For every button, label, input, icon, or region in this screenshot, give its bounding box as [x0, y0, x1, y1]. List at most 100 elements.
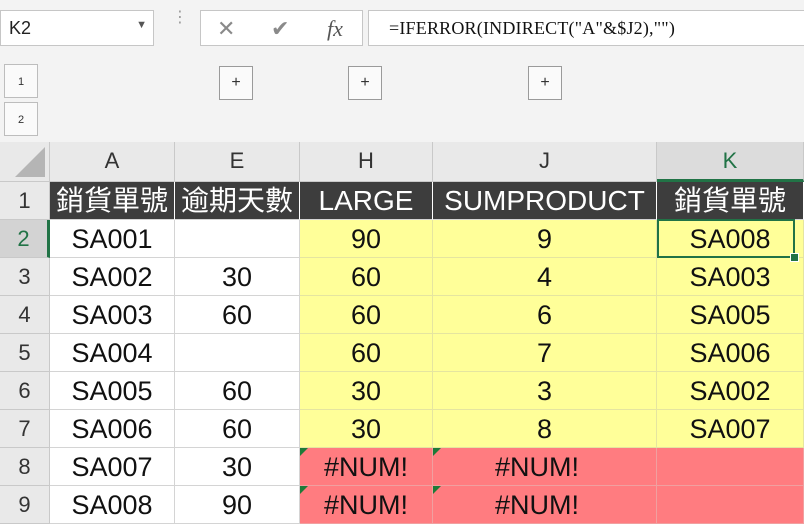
- insert-function-icon[interactable]: fx: [327, 16, 343, 42]
- cell-value: 30: [221, 262, 253, 292]
- cell-h4[interactable]: 60: [300, 296, 433, 334]
- row-header[interactable]: 1: [0, 182, 50, 220]
- row-header[interactable]: 9: [0, 486, 50, 524]
- error-indicator-icon[interactable]: [300, 448, 308, 456]
- cell-value: 銷貨單號: [673, 185, 786, 216]
- cell-h9[interactable]: #NUM!: [300, 486, 433, 524]
- enter-icon[interactable]: ✔: [271, 16, 289, 42]
- cell-j9[interactable]: #NUM!: [433, 486, 657, 524]
- cell-value: 8: [536, 414, 553, 444]
- cell-j8[interactable]: #NUM!: [433, 448, 657, 486]
- cell-e5[interactable]: [175, 334, 300, 372]
- cell-j7[interactable]: 8: [433, 410, 657, 448]
- cell-j2[interactable]: 9: [433, 220, 657, 258]
- cell-e7[interactable]: 60: [175, 410, 300, 448]
- cell-j1[interactable]: SUMPRODUCT: [433, 182, 657, 220]
- cell-h2[interactable]: 90: [300, 220, 433, 258]
- row-header[interactable]: 8: [0, 448, 50, 486]
- cell-a1[interactable]: 銷貨單號: [50, 182, 175, 220]
- cell-a5[interactable]: SA004: [50, 334, 175, 372]
- cell-h6[interactable]: 30: [300, 372, 433, 410]
- cell-k4[interactable]: SA005: [657, 296, 804, 334]
- cell-h5[interactable]: 60: [300, 334, 433, 372]
- cell-value: 60: [221, 300, 253, 330]
- row-header[interactable]: 5: [0, 334, 50, 372]
- cell-value: SA008: [71, 490, 153, 520]
- cell-k7[interactable]: SA007: [657, 410, 804, 448]
- column-header-k[interactable]: K: [657, 142, 804, 182]
- cell-k9[interactable]: [657, 486, 804, 524]
- cell-h7[interactable]: 30: [300, 410, 433, 448]
- cell-k3[interactable]: SA003: [657, 258, 804, 296]
- more-options-icon[interactable]: ⋮: [172, 10, 188, 26]
- outline-level-2-button[interactable]: 2: [4, 102, 38, 136]
- cell-value: #NUM!: [323, 490, 408, 520]
- error-indicator-icon[interactable]: [433, 448, 441, 456]
- cell-e3[interactable]: 30: [175, 258, 300, 296]
- cell-a3[interactable]: SA002: [50, 258, 175, 296]
- cell-value: #NUM!: [323, 452, 408, 482]
- cell-e9[interactable]: 90: [175, 486, 300, 524]
- cell-value: 30: [221, 452, 253, 482]
- cell-value: SA005: [71, 376, 153, 406]
- expand-group-button[interactable]: +: [348, 66, 382, 100]
- cell-e8[interactable]: 30: [175, 448, 300, 486]
- formula-bar: K2 ▼ ⋮ ✕ ✔ fx =IFERROR(INDIRECT("A"&$J2)…: [0, 0, 804, 52]
- row-header[interactable]: 3: [0, 258, 50, 296]
- name-box-value: K2: [9, 18, 32, 38]
- column-header-h[interactable]: H: [300, 142, 433, 182]
- cell-j3[interactable]: 4: [433, 258, 657, 296]
- select-all-icon: [15, 147, 45, 177]
- cell-value: 銷貨單號: [55, 185, 168, 216]
- cell-j6[interactable]: 3: [433, 372, 657, 410]
- expand-group-button[interactable]: +: [219, 66, 253, 100]
- row-header[interactable]: 2: [0, 220, 50, 258]
- cancel-icon[interactable]: ✕: [217, 16, 235, 42]
- row-header[interactable]: 6: [0, 372, 50, 410]
- cell-a7[interactable]: SA006: [50, 410, 175, 448]
- cell-a6[interactable]: SA005: [50, 372, 175, 410]
- cell-value: 60: [221, 376, 253, 406]
- expand-group-button[interactable]: +: [528, 66, 562, 100]
- cell-a8[interactable]: SA007: [50, 448, 175, 486]
- cell-k5[interactable]: SA006: [657, 334, 804, 372]
- cell-a9[interactable]: SA008: [50, 486, 175, 524]
- cell-value: 30: [350, 376, 382, 406]
- cell-h8[interactable]: #NUM!: [300, 448, 433, 486]
- cell-e4[interactable]: 60: [175, 296, 300, 334]
- cell-value: 逾期天數: [180, 185, 293, 216]
- formula-input[interactable]: =IFERROR(INDIRECT("A"&$J2),""): [368, 10, 804, 46]
- cell-value: 3: [536, 376, 553, 406]
- outline-level-1-button[interactable]: 1: [4, 64, 38, 98]
- cell-h3[interactable]: 60: [300, 258, 433, 296]
- cell-h1[interactable]: LARGE: [300, 182, 433, 220]
- column-header-j[interactable]: J: [433, 142, 657, 182]
- error-indicator-icon[interactable]: [433, 486, 441, 494]
- cell-k6[interactable]: SA002: [657, 372, 804, 410]
- fill-handle[interactable]: [790, 253, 799, 262]
- cell-value: 60: [350, 338, 382, 368]
- cell-e2[interactable]: [175, 220, 300, 258]
- cell-a2[interactable]: SA001: [50, 220, 175, 258]
- cell-value: SA002: [71, 262, 153, 292]
- cell-k8[interactable]: [657, 448, 804, 486]
- cell-value: SA003: [71, 300, 153, 330]
- cell-value: SA003: [689, 262, 771, 292]
- cell-value: 4: [536, 262, 553, 292]
- error-indicator-icon[interactable]: [300, 486, 308, 494]
- row-header[interactable]: 4: [0, 296, 50, 334]
- cell-e6[interactable]: 60: [175, 372, 300, 410]
- cell-e1[interactable]: 逾期天數: [175, 182, 300, 220]
- cell-a4[interactable]: SA003: [50, 296, 175, 334]
- row-header[interactable]: 7: [0, 410, 50, 448]
- select-all-button[interactable]: [0, 142, 50, 182]
- name-box[interactable]: K2 ▼: [0, 10, 154, 46]
- cell-value: 30: [350, 414, 382, 444]
- cell-j4[interactable]: 6: [433, 296, 657, 334]
- cell-k1[interactable]: 銷貨單號: [657, 182, 804, 220]
- column-header-e[interactable]: E: [175, 142, 300, 182]
- dropdown-arrow-icon[interactable]: ▼: [136, 19, 147, 31]
- column-header-a[interactable]: A: [50, 142, 175, 182]
- cell-j5[interactable]: 7: [433, 334, 657, 372]
- cell-value: 6: [536, 300, 553, 330]
